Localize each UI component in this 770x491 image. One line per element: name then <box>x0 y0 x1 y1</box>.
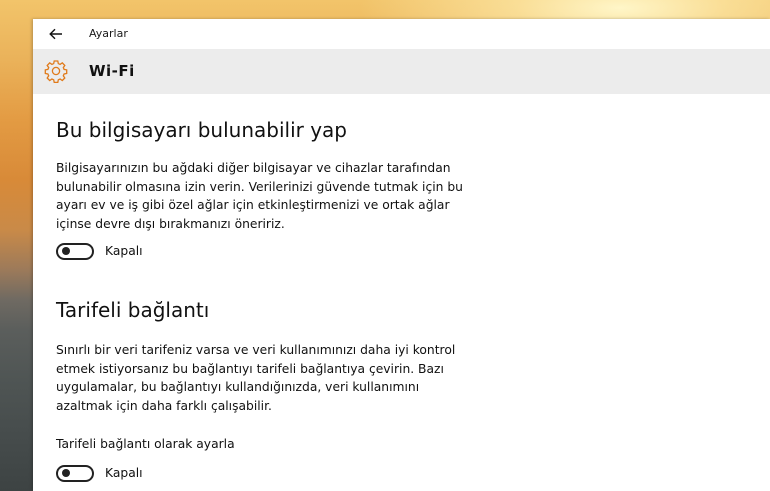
description-line: Bilgisayarınızın bu ağdaki diğer bilgisa… <box>56 161 451 175</box>
description-line: bulunabilir olmasına izin verin. Veriler… <box>56 179 463 194</box>
settings-window: Ayarlar Wi-Fi Bu bilgisayarı bulunabilir… <box>33 19 770 491</box>
toggle-knob <box>62 469 70 477</box>
description-line: Sınırlı bir veri tarifeniz varsa ve veri… <box>56 343 456 357</box>
description-line: etmek istiyorsanız bu bağlantıyı tarifel… <box>56 361 444 376</box>
metered-description: Sınırlı bir veri tarifeniz varsa ve veri… <box>56 341 476 415</box>
discoverable-toggle-row: Kapalı <box>56 241 143 261</box>
description-line: uygulamalar, bu bağlantıyı kullandığınız… <box>56 380 420 394</box>
discoverable-toggle[interactable] <box>56 242 94 260</box>
description-line: ayarı ev ve iş gibi özel ağlar için etki… <box>56 198 450 212</box>
metered-toggle-state: Kapalı <box>105 466 143 480</box>
title-bar: Ayarlar <box>33 19 770 49</box>
metered-toggle[interactable] <box>56 464 94 482</box>
description-line: azaltmak için daha farklı çalışabilir. <box>56 398 272 413</box>
discoverable-description: Bilgisayarınızın bu ağdaki diğer bilgisa… <box>56 159 476 233</box>
arrow-left-icon <box>49 28 62 40</box>
toggle-knob <box>62 247 70 255</box>
gear-icon <box>44 60 68 83</box>
discoverable-toggle-state: Kapalı <box>105 244 143 258</box>
settings-content: Bu bilgisayarı bulunabilir yap Bilgisaya… <box>33 94 770 491</box>
page-title: Wi-Fi <box>89 62 135 80</box>
app-title: Ayarlar <box>89 27 128 40</box>
page-header: Wi-Fi <box>33 49 770 94</box>
discoverable-section-title: Bu bilgisayarı bulunabilir yap <box>56 118 347 142</box>
back-button[interactable] <box>43 22 69 46</box>
metered-field-label: Tarifeli bağlantı olarak ayarla <box>56 437 235 451</box>
metered-toggle-row: Kapalı <box>56 463 143 483</box>
description-line: içinse devre dışı bırakmanızı öneririz. <box>56 216 285 231</box>
metered-section-title: Tarifeli bağlantı <box>56 298 210 322</box>
